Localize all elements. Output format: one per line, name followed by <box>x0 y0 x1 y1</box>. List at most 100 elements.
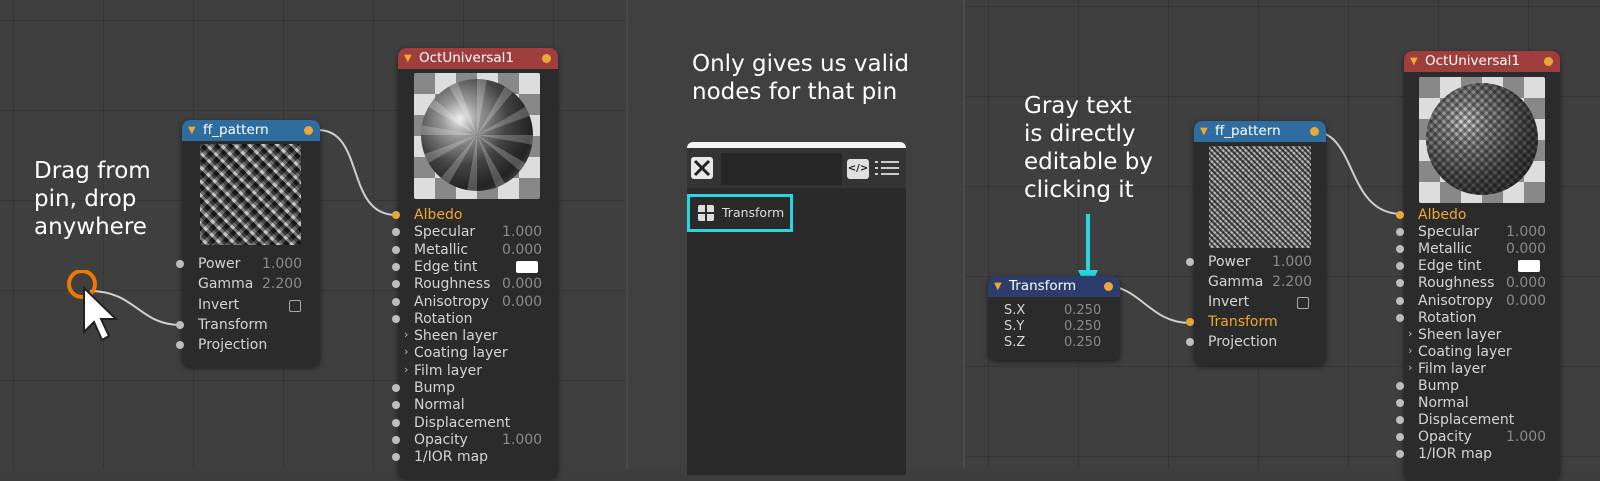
param-row[interactable]: Rotation <box>1396 310 1566 327</box>
expand-chevron-icon[interactable]: › <box>404 328 408 341</box>
param-row[interactable]: Bump <box>1396 378 1566 395</box>
param-row[interactable]: Displacement <box>392 415 562 432</box>
expand-chevron-icon[interactable]: › <box>1408 327 1412 340</box>
param-row[interactable]: 1/IOR map <box>392 449 562 466</box>
collapse-triangle-icon[interactable]: ▼ <box>188 120 196 141</box>
node-header[interactable]: ▼ OctUniversal1 <box>398 48 558 69</box>
param-value[interactable]: 1.000 <box>1272 254 1312 270</box>
input-pin[interactable] <box>1396 211 1404 219</box>
code-icon[interactable]: </> <box>847 159 869 179</box>
search-input[interactable] <box>721 153 842 185</box>
input-pin[interactable] <box>1396 450 1404 459</box>
param-value[interactable]: 0.000 <box>502 276 542 292</box>
param-row[interactable]: Albedo <box>392 207 562 224</box>
output-pin[interactable] <box>542 54 551 63</box>
input-pin[interactable] <box>392 435 400 444</box>
param-row[interactable]: Opacity 1.000 <box>1396 429 1566 446</box>
input-pin[interactable] <box>1186 258 1194 266</box>
input-pin[interactable] <box>392 384 400 392</box>
input-pin[interactable] <box>1396 262 1404 271</box>
param-value[interactable]: 1.000 <box>1506 429 1546 445</box>
param-value[interactable]: 0.250 <box>1064 335 1101 350</box>
transform-node[interactable]: ▼ Transform S.X 0.250 S.Y 0.250 S.Z 0.250 <box>988 276 1120 360</box>
expand-chevron-icon[interactable]: › <box>404 345 408 358</box>
input-pin[interactable] <box>1396 296 1404 305</box>
param-row[interactable]: Power 1.000 <box>176 256 316 273</box>
param-row[interactable]: Invert <box>1186 294 1326 311</box>
node-header[interactable]: ▼ ff_pattern <box>1194 121 1326 142</box>
param-row[interactable]: Transform <box>176 317 316 334</box>
collapse-triangle-icon[interactable]: ▼ <box>994 276 1002 297</box>
input-pin[interactable] <box>1396 433 1404 442</box>
param-row[interactable]: › Film layer <box>392 363 562 380</box>
output-pin[interactable] <box>1310 127 1319 136</box>
collapse-triangle-icon[interactable]: ▼ <box>1410 51 1418 72</box>
input-pin[interactable] <box>392 418 400 427</box>
param-value[interactable]: 1.000 <box>262 256 302 272</box>
param-row[interactable]: Albedo <box>1396 207 1566 224</box>
param-row[interactable]: Specular 1.000 <box>392 224 562 241</box>
param-row[interactable]: Displacement <box>1396 412 1566 429</box>
input-pin[interactable] <box>392 228 400 237</box>
param-row[interactable]: › Sheen layer <box>1396 327 1566 344</box>
input-pin[interactable] <box>392 211 400 219</box>
param-row[interactable]: › Coating layer <box>392 345 562 362</box>
param-value[interactable]: 0.000 <box>502 242 542 258</box>
param-row[interactable]: S.Z 0.250 <box>988 335 1120 352</box>
param-value[interactable]: 0.000 <box>1506 241 1546 257</box>
param-value[interactable]: 0.250 <box>1064 319 1101 334</box>
param-row[interactable]: › Coating layer <box>1396 344 1566 361</box>
node-header[interactable]: ▼ ff_pattern <box>182 120 320 141</box>
output-pin[interactable] <box>1104 282 1113 291</box>
output-pin[interactable] <box>304 126 313 135</box>
param-row[interactable]: Anisotropy 0.000 <box>392 294 562 311</box>
output-pin[interactable] <box>1544 57 1553 66</box>
param-row[interactable]: Projection <box>1186 334 1326 351</box>
param-value[interactable]: 0.000 <box>502 294 542 310</box>
param-row[interactable]: Roughness 0.000 <box>1396 275 1566 292</box>
list-view-icon[interactable] <box>875 158 899 178</box>
transform-node-option[interactable]: Transform <box>687 194 793 232</box>
param-row[interactable]: Projection <box>176 337 316 354</box>
param-row[interactable]: › Sheen layer <box>392 328 562 345</box>
input-pin[interactable] <box>1186 318 1194 326</box>
input-pin[interactable] <box>392 262 400 271</box>
node-header[interactable]: ▼ OctUniversal1 <box>1404 51 1560 72</box>
node-header[interactable]: ▼ Transform <box>988 276 1120 297</box>
param-row[interactable]: Bump <box>392 380 562 397</box>
input-pin[interactable] <box>1396 228 1404 237</box>
expand-chevron-icon[interactable]: › <box>404 363 408 376</box>
param-row[interactable]: Edge tint <box>1396 258 1566 275</box>
input-pin[interactable] <box>1396 416 1404 425</box>
param-row[interactable]: Rotation <box>392 311 562 328</box>
param-value[interactable]: 2.200 <box>262 276 302 292</box>
input-pin[interactable] <box>1396 382 1404 390</box>
param-value[interactable]: 0.000 <box>1506 293 1546 309</box>
node-picker-popup[interactable]: </> Transform <box>687 142 906 475</box>
collapse-triangle-icon[interactable]: ▼ <box>1200 121 1208 142</box>
input-pin[interactable] <box>1396 399 1404 408</box>
param-row[interactable]: S.X 0.250 <box>988 303 1120 320</box>
edge-tint-swatch[interactable] <box>516 260 538 273</box>
param-row[interactable]: › Film layer <box>1396 361 1566 378</box>
input-pin[interactable] <box>1186 338 1194 346</box>
expand-chevron-icon[interactable]: › <box>1408 344 1412 357</box>
param-row[interactable]: S.Y 0.250 <box>988 319 1120 336</box>
edge-tint-swatch[interactable] <box>1518 260 1540 273</box>
input-pin[interactable] <box>392 245 400 254</box>
input-pin[interactable] <box>392 280 400 289</box>
param-value[interactable]: 1.000 <box>502 224 542 240</box>
input-pin[interactable] <box>1396 313 1404 322</box>
param-value[interactable]: 2.200 <box>1272 274 1312 290</box>
param-row[interactable]: 1/IOR map <box>1396 446 1566 463</box>
param-row[interactable]: Specular 1.000 <box>1396 224 1566 241</box>
close-icon[interactable] <box>691 157 713 179</box>
param-row[interactable]: Edge tint <box>392 259 562 276</box>
collapse-triangle-icon[interactable]: ▼ <box>404 48 412 69</box>
input-pin[interactable] <box>392 314 400 323</box>
expand-chevron-icon[interactable]: › <box>1408 361 1412 374</box>
param-row[interactable]: Transform <box>1186 314 1326 331</box>
input-pin[interactable] <box>392 401 400 410</box>
param-row[interactable]: Power 1.000 <box>1186 254 1326 271</box>
input-pin[interactable] <box>392 453 400 462</box>
